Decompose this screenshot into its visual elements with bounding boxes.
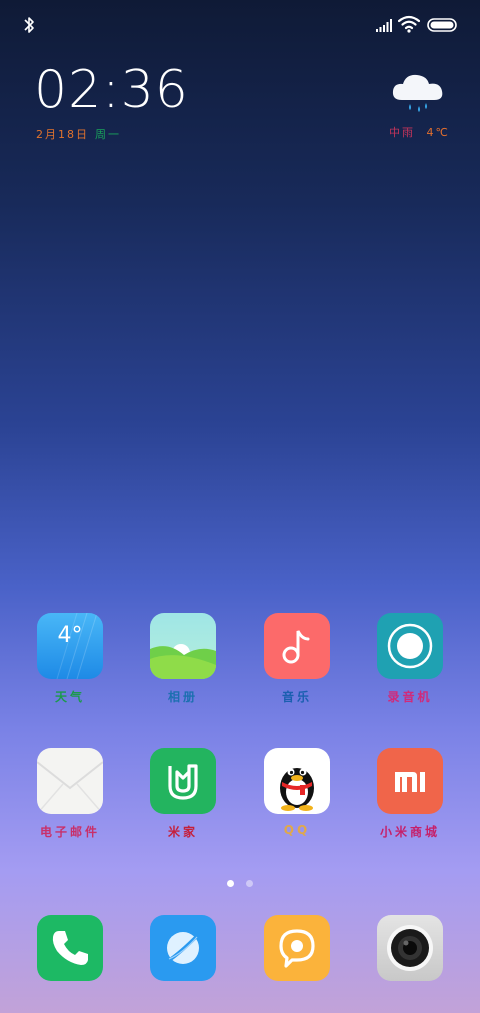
date-month-day: 2月18日 <box>36 128 89 141</box>
cellular-signal-icon <box>376 19 392 32</box>
app-mi-store[interactable]: 小米商城 <box>355 748 465 840</box>
page-dot-2[interactable] <box>246 880 253 887</box>
app-label: 音乐 <box>281 690 312 704</box>
clock-date: 2月18日 周一 <box>36 126 127 142</box>
app-label: 录音机 <box>387 690 433 704</box>
envelope-icon <box>37 748 103 814</box>
date-weekday: 周一 <box>95 128 121 141</box>
app-weather[interactable]: 4° 天气 <box>15 613 125 705</box>
app-label: 小米商城 <box>379 825 440 839</box>
dock-camera[interactable] <box>355 915 465 981</box>
weather-summary: 中雨 4℃ <box>389 124 450 140</box>
cloud-rain-icon[interactable] <box>390 70 446 118</box>
app-label: QQ <box>283 823 311 837</box>
weather-app-icon: 4° <box>37 613 103 679</box>
browser-icon <box>150 915 216 981</box>
music-note-icon <box>264 613 330 679</box>
weather-temperature: 4℃ <box>426 126 450 139</box>
messages-icon <box>264 915 330 981</box>
app-label: 电子邮件 <box>39 825 100 839</box>
page-indicator[interactable] <box>0 872 480 891</box>
app-music[interactable]: 音乐 <box>242 613 352 705</box>
app-qq[interactable]: QQ <box>242 748 352 837</box>
recorder-icon <box>377 613 443 679</box>
dock-phone[interactable] <box>15 915 125 981</box>
phone-icon <box>37 915 103 981</box>
app-recorder[interactable]: 录音机 <box>355 613 465 705</box>
weather-condition: 中雨 <box>389 126 415 139</box>
battery-icon <box>427 18 457 32</box>
dock-browser[interactable] <box>128 915 238 981</box>
app-label: 米家 <box>167 825 198 839</box>
page-dot-1[interactable] <box>227 880 234 887</box>
camera-icon <box>377 915 443 981</box>
dock-messages[interactable] <box>242 915 352 981</box>
bluetooth-icon <box>24 17 34 33</box>
app-label: 天气 <box>54 690 85 704</box>
app-gallery[interactable]: 相册 <box>128 613 238 705</box>
weather-app-temp: 4° <box>57 623 83 648</box>
mi-home-icon <box>150 748 216 814</box>
gallery-icon <box>150 613 216 679</box>
app-email[interactable]: 电子邮件 <box>15 748 125 840</box>
mi-logo-icon <box>377 748 443 814</box>
app-label: 相册 <box>167 690 198 704</box>
app-mi-home[interactable]: 米家 <box>128 748 238 840</box>
qq-penguin-icon <box>264 748 330 814</box>
status-bar <box>0 0 480 48</box>
wifi-icon <box>398 15 420 33</box>
clock-time[interactable]: 02:36 <box>34 60 189 120</box>
